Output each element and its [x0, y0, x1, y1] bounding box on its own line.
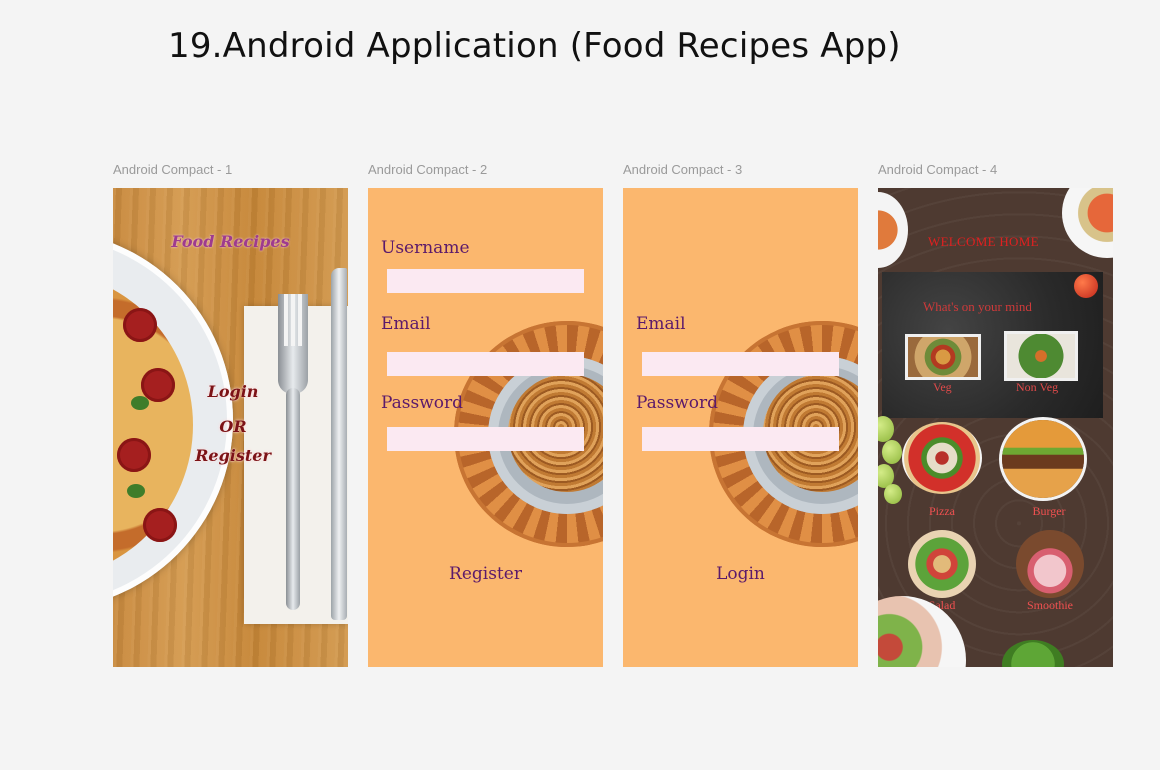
login-screen: Email Password Login	[623, 188, 858, 667]
password-field[interactable]	[387, 427, 584, 451]
app-title: Food Recipes	[171, 232, 290, 251]
frame-label-1: Android Compact - 1	[113, 162, 233, 177]
password-label: Password	[381, 393, 464, 413]
splash-screen: Food Recipes Login OR Register	[113, 188, 348, 667]
login-button[interactable]: Login	[623, 564, 858, 584]
fork-tine-gap	[284, 294, 288, 346]
salad-image[interactable]	[908, 530, 976, 598]
dark-background	[878, 188, 1113, 667]
email-field[interactable]	[642, 352, 839, 376]
grape-image	[884, 484, 902, 504]
register-link[interactable]: Register	[173, 446, 293, 465]
pizza-image[interactable]	[902, 422, 982, 494]
login-link[interactable]: Login	[173, 382, 293, 401]
register-button[interactable]: Register	[368, 564, 603, 584]
or-separator: OR	[219, 417, 247, 436]
basil-leaf	[131, 396, 149, 410]
smoothie-label[interactable]: Smoothie	[1010, 598, 1090, 613]
non-veg-label[interactable]: Non Veg	[1016, 380, 1058, 395]
home-screen: WELCOME HOME What's on your mind Veg Non…	[878, 188, 1113, 667]
frame-label-4: Android Compact - 4	[878, 162, 998, 177]
username-field[interactable]	[387, 269, 584, 293]
burger-label[interactable]: Burger	[1009, 504, 1089, 519]
frame-label-3: Android Compact - 3	[623, 162, 743, 177]
password-label: Password	[636, 393, 719, 413]
veg-label[interactable]: Veg	[933, 380, 952, 395]
tomato-image	[1074, 274, 1098, 298]
knife-image	[331, 268, 347, 620]
register-screen: Username Email Password Register	[368, 188, 603, 667]
smoothie-image[interactable]	[1016, 530, 1084, 598]
page-title: 19.Android Application (Food Recipes App…	[168, 26, 901, 66]
basil-leaf	[127, 484, 145, 498]
category-prompt: What's on your mind	[923, 299, 1032, 314]
pepperoni-slice	[117, 438, 151, 472]
frame-label-2: Android Compact - 2	[368, 162, 488, 177]
email-field[interactable]	[387, 352, 584, 376]
email-label: Email	[636, 314, 686, 334]
pizza-label[interactable]: Pizza	[902, 504, 982, 519]
burger-image[interactable]	[1002, 420, 1084, 498]
fork-tine-gap	[298, 294, 302, 346]
pepperoni-slice	[143, 508, 177, 542]
pepperoni-slice	[123, 308, 157, 342]
username-label: Username	[381, 238, 470, 258]
password-field[interactable]	[642, 427, 839, 451]
fork-tine-gap	[291, 294, 295, 346]
grape-image	[882, 440, 902, 464]
welcome-title: WELCOME HOME	[928, 234, 1039, 249]
non-veg-thumbnail[interactable]	[1004, 331, 1078, 381]
email-label: Email	[381, 314, 431, 334]
veg-thumbnail[interactable]	[905, 334, 981, 380]
